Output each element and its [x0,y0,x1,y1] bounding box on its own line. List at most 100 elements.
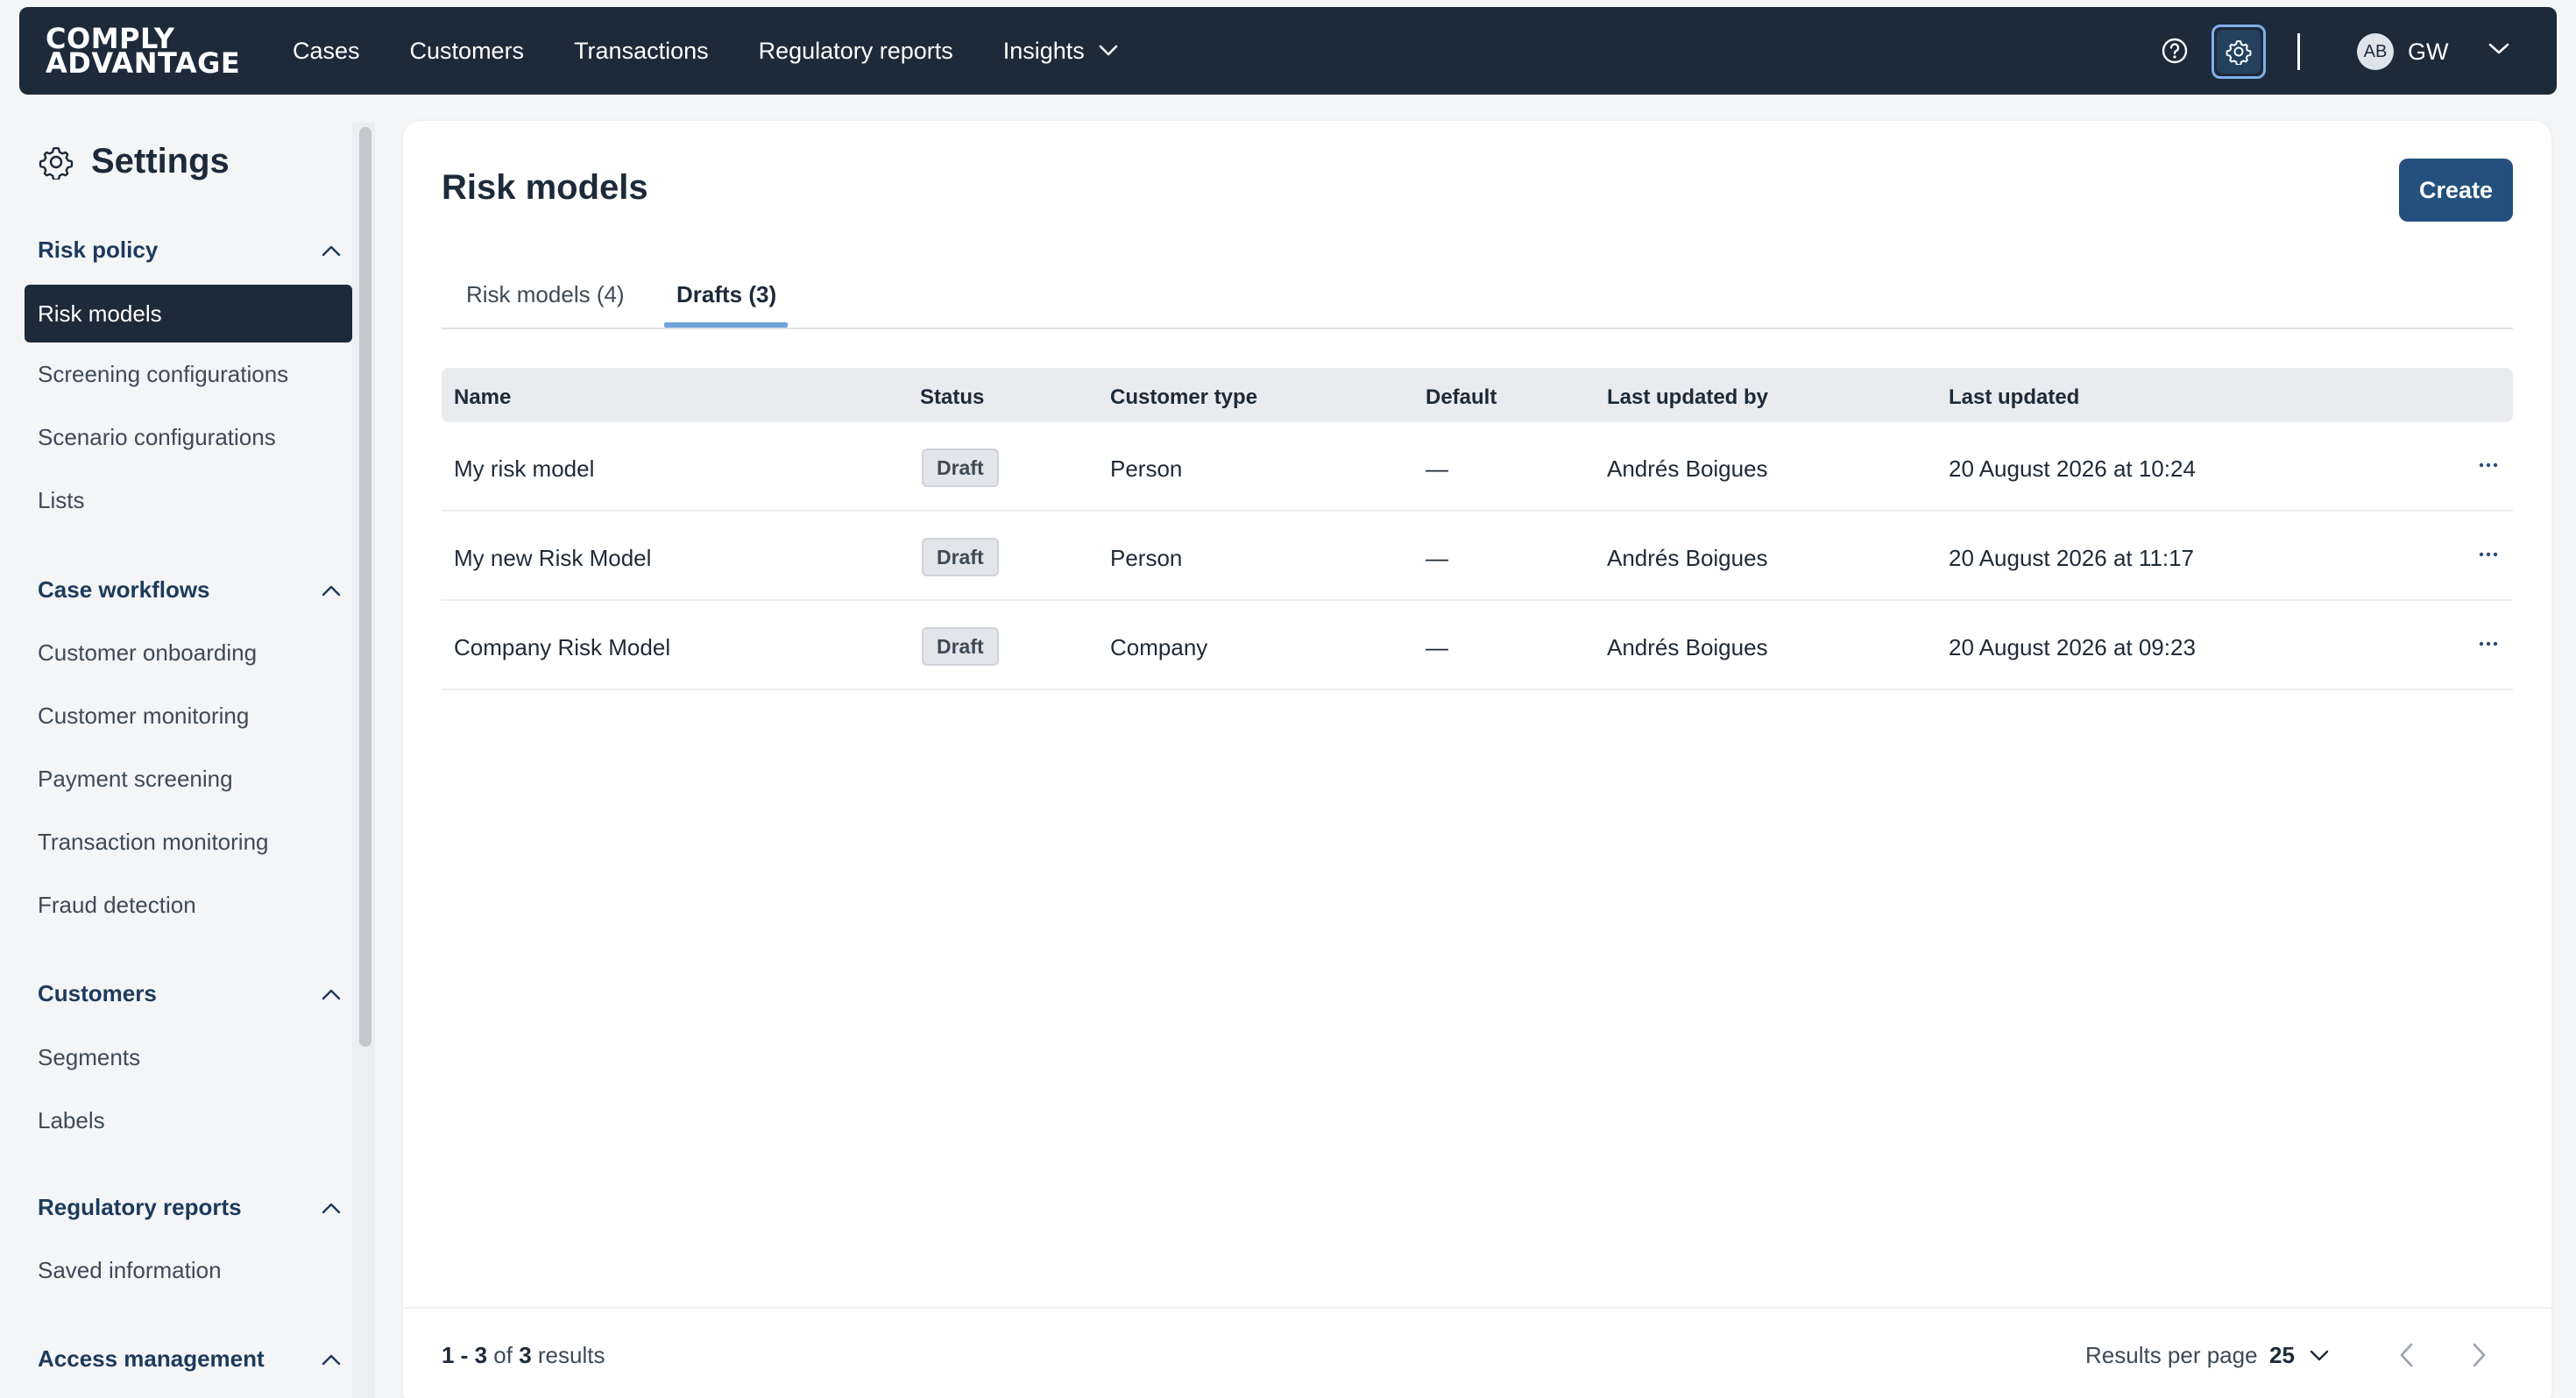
column-header-last-updated-by[interactable]: Last updated by [1607,385,1768,410]
avatar[interactable]: AB [2357,33,2394,70]
more-horizontal-icon [2479,641,2498,646]
column-header-customer-type[interactable]: Customer type [1110,385,1257,410]
column-header-status[interactable]: Status [920,385,984,410]
section-access-management[interactable]: Access management [38,1345,341,1373]
column-header-default[interactable]: Default [1426,385,1497,410]
results-word: results [537,1342,605,1368]
chevron-down-icon [1099,45,1118,56]
cell-updated-by: Andrés Boigues [1607,545,1768,571]
results-per-page-label: Results per page [2085,1342,2258,1368]
row-actions-button[interactable] [2473,543,2504,566]
sidebar-item-lists[interactable]: Lists [38,487,84,514]
chevron-down-icon[interactable] [2308,1344,2331,1366]
sidebar-item-transaction-monitoring[interactable]: Transaction monitoring [38,829,269,856]
more-horizontal-icon [2479,552,2498,557]
nav-regulatory-reports[interactable]: Regulatory reports [759,38,953,65]
status-badge: Draft [922,627,999,666]
cell-default: — [1426,545,1448,571]
cell-name[interactable]: My risk model [454,455,594,483]
chevron-up-icon [322,1203,341,1213]
settings-button[interactable] [2212,25,2266,79]
comply-advantage-logo[interactable]: COMPLY ADVANTAGE [46,25,252,80]
section-customers[interactable]: Customers [38,980,341,1007]
sidebar-item-labels[interactable]: Labels [38,1107,105,1134]
table-header: Name Status Customer type Default Last u… [442,368,2513,422]
chevron-up-icon [322,245,341,256]
sidebar-item-screening-configurations[interactable]: Screening configurations [38,361,288,388]
more-horizontal-icon [2479,462,2498,468]
tab-risk-models[interactable]: Risk models (4) [466,281,625,308]
main-panel: Risk models Create Risk models (4) Draft… [403,121,2551,1398]
sidebar-item-customer-onboarding[interactable]: Customer onboarding [38,639,257,667]
sidebar-item-scenario-configurations[interactable]: Scenario configurations [38,424,276,451]
logo-line-2: ADVANTAGE [46,46,241,80]
sidebar-item-risk-models[interactable]: Risk models [25,285,352,342]
chevron-left-icon [2400,1343,2413,1367]
chevron-up-icon [322,585,341,596]
active-tab-indicator [664,322,788,328]
sidebar-item-fraud-detection[interactable]: Fraud detection [38,892,196,919]
results-summary: 1 - 3 of 3 results [442,1342,605,1369]
status-badge: Draft [922,448,999,487]
previous-page-button[interactable] [2388,1333,2424,1377]
column-header-name[interactable]: Name [454,385,511,410]
results-total: 3 [519,1342,532,1368]
sidebar-scrollbar-thumb[interactable] [359,127,372,1047]
sidebar-item-payment-screening[interactable]: Payment screening [38,766,233,793]
gear-icon [2226,40,2252,65]
section-label: Case workflows [38,576,210,603]
sidebar-title-label: Settings [91,142,230,180]
nav-insights[interactable]: Insights [1003,38,1118,65]
cell-name[interactable]: Company Risk Model [454,634,670,661]
user-menu-label[interactable]: GW [2408,39,2449,66]
status-badge: Draft [922,538,999,576]
cell-updated-by: Andrés Boigues [1607,455,1768,482]
cell-name[interactable]: My new Risk Model [454,545,651,572]
section-label: Risk policy [38,237,159,263]
cell-default: — [1426,634,1448,660]
table-row[interactable]: Company Risk Model Draft Company — André… [442,601,2513,690]
header-divider [2297,33,2300,70]
help-icon[interactable] [2161,37,2189,65]
tab-drafts[interactable]: Drafts (3) [676,281,776,308]
main-nav: Cases Customers Transactions Regulatory … [293,7,1168,95]
next-page-button[interactable] [2462,1333,2497,1377]
row-actions-button[interactable] [2473,632,2504,655]
nav-customers[interactable]: Customers [410,38,525,65]
nav-insights-label: Insights [1002,37,1085,64]
column-header-last-updated[interactable]: Last updated [1949,385,2079,410]
top-navigation-bar: COMPLY ADVANTAGE Cases Customers Transac… [19,7,2557,95]
cell-customer-type: Person [1110,545,1183,571]
gear-icon [39,146,74,180]
results-per-page-select[interactable]: 25 [2269,1342,2295,1369]
section-case-workflows[interactable]: Case workflows [38,576,341,604]
chevron-up-icon [322,1354,341,1365]
table-row[interactable]: My new Risk Model Draft Person — Andrés … [442,512,2513,601]
section-risk-policy[interactable]: Risk policy [38,237,341,264]
cell-updated: 20 August 2026 at 09:23 [1949,634,2196,660]
page-title: Risk models [442,168,648,207]
cell-customer-type: Person [1110,455,1183,482]
create-button[interactable]: Create [2399,159,2513,222]
nav-transactions[interactable]: Transactions [574,38,709,65]
section-regulatory-reports[interactable]: Regulatory reports [38,1194,341,1221]
row-actions-button[interactable] [2473,454,2504,477]
section-label: Customers [38,980,157,1006]
sidebar-item-saved-information[interactable]: Saved information [38,1257,222,1284]
settings-button-inner [2217,30,2261,74]
settings-sidebar: Settings Risk policy Risk models Screeni… [0,123,377,1398]
cell-updated-by: Andrés Boigues [1607,634,1768,660]
section-label: Regulatory reports [38,1194,242,1220]
sidebar-title: Settings [39,142,230,181]
sidebar-item-segments[interactable]: Segments [38,1044,140,1071]
nav-cases[interactable]: Cases [293,38,360,65]
chevron-down-icon[interactable] [2488,42,2509,56]
section-label: Access management [38,1345,265,1372]
results-range: 1 - 3 [442,1342,488,1368]
chevron-up-icon [322,989,341,999]
table-row[interactable]: My risk model Draft Person — Andrés Boig… [442,422,2513,512]
cell-customer-type: Company [1110,634,1208,660]
tabs-divider [442,328,2513,329]
sidebar-item-customer-monitoring[interactable]: Customer monitoring [38,703,249,730]
cell-updated: 20 August 2026 at 10:24 [1949,455,2196,482]
